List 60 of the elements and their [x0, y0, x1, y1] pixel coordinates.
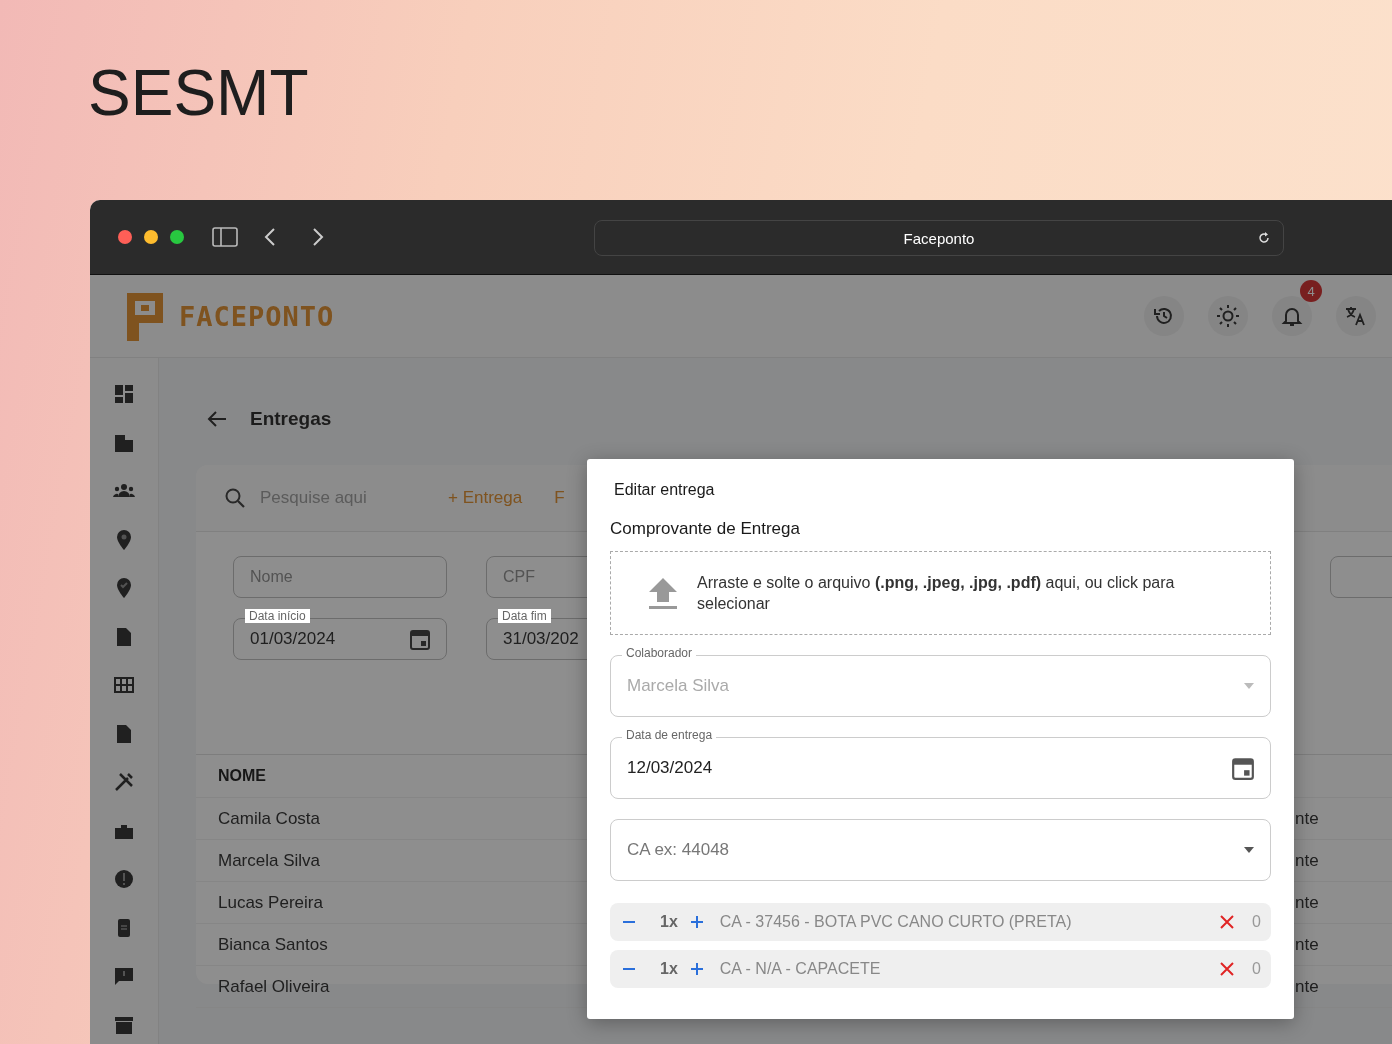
- minimize-window-button[interactable]: [144, 230, 158, 244]
- back-icon[interactable]: [264, 227, 276, 247]
- forward-icon[interactable]: [312, 227, 324, 247]
- caret-icon: [1244, 683, 1254, 689]
- address-bar[interactable]: Faceponto: [594, 220, 1284, 256]
- table-cell-text: nte: [1295, 808, 1320, 829]
- feedback-icon[interactable]: [113, 965, 135, 987]
- item-count: 0: [1252, 913, 1261, 931]
- table-cell-text: nte: [1295, 850, 1320, 871]
- plus-icon[interactable]: [689, 915, 704, 929]
- table-cell: Lucas Pereira: [218, 892, 323, 913]
- item-label: CA - 37456 - BOTA PVC CANO CURTO (PRETA): [719, 913, 1073, 931]
- history-button[interactable]: [1144, 296, 1184, 336]
- quantity: 1x: [660, 913, 678, 931]
- close-window-button[interactable]: [118, 230, 132, 244]
- sun-icon: [1216, 304, 1240, 328]
- file-dropzone[interactable]: Arraste e solte o arquivo (.png, .jpeg, .jpg, .pdf) aqui, ou click para selecionar: [610, 551, 1271, 635]
- brand-name: FACEPONTO: [179, 300, 335, 332]
- column-header: NOME: [218, 767, 266, 785]
- name-filter-field[interactable]: Nome: [233, 556, 447, 598]
- table-cell: Camila Costa: [218, 808, 321, 829]
- table-cell-text: nte: [1295, 934, 1320, 955]
- item-label: CA - N/A - CAPACETE: [719, 960, 882, 978]
- field-label: Data de entrega: [622, 728, 717, 742]
- field-label: Colaborador: [622, 646, 697, 660]
- tools-icon[interactable]: [113, 771, 135, 793]
- calendar-icon[interactable]: [410, 628, 430, 650]
- grid-icon[interactable]: [113, 674, 135, 696]
- table-cell: Rafael Oliveira: [218, 976, 330, 997]
- page-title: SESMT: [88, 58, 309, 128]
- field-label: Data fim: [498, 609, 551, 623]
- upload-icon: [647, 576, 679, 610]
- search-icon: [224, 487, 246, 509]
- calendar-icon[interactable]: [1232, 756, 1254, 780]
- close-icon[interactable]: [1220, 915, 1235, 929]
- language-button[interactable]: [1336, 296, 1376, 336]
- item-count: 0: [1252, 960, 1261, 978]
- table-cell-text: nte: [1295, 892, 1320, 913]
- notifications-button[interactable]: [1272, 296, 1312, 336]
- field-label: Data início: [245, 609, 310, 623]
- table-cell-text: nte: [1295, 976, 1320, 997]
- page-heading: Entregas: [250, 408, 332, 430]
- translate-icon: [1344, 304, 1368, 328]
- close-icon[interactable]: [1220, 962, 1235, 976]
- theme-button[interactable]: [1208, 296, 1248, 336]
- table-cell: Bianca Santos: [218, 934, 328, 955]
- dialog-title: Editar entrega: [614, 481, 716, 499]
- sidebar-toggle-icon[interactable]: [212, 227, 238, 247]
- plus-icon[interactable]: [689, 962, 704, 976]
- dashboard-icon[interactable]: [113, 383, 135, 405]
- table-cell: Marcela Silva: [218, 850, 321, 871]
- back-arrow-icon[interactable]: [206, 410, 228, 428]
- quantity: 1x: [660, 960, 678, 978]
- reload-icon[interactable]: [1257, 231, 1271, 245]
- alert-icon[interactable]: [113, 868, 135, 890]
- section-title: Comprovante de Entrega: [610, 519, 801, 539]
- ca-select[interactable]: CA ex: 44048: [610, 819, 1271, 881]
- notification-count: 4: [1300, 280, 1322, 302]
- caret-icon: [1244, 847, 1254, 853]
- maximize-window-button[interactable]: [170, 230, 184, 244]
